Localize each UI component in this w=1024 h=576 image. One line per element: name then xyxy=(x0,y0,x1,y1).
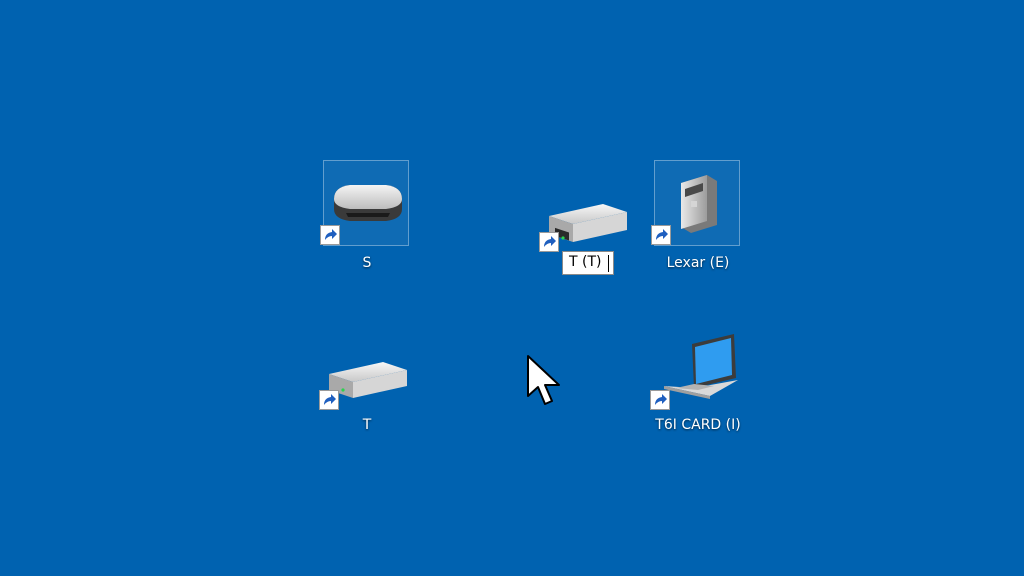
shortcut-arrow-icon xyxy=(319,390,339,410)
desktop-icon-lexar-e[interactable]: Lexar (E) xyxy=(651,160,742,272)
icon-frame xyxy=(651,160,740,246)
icon-frame xyxy=(650,322,740,410)
shortcut-arrow-icon xyxy=(320,225,340,245)
desktop-icon-s[interactable]: S xyxy=(320,160,411,272)
desktop[interactable]: S T (T) Lexar (E) T T6I CARD (I) xyxy=(0,0,1024,576)
mouse-pointer-icon xyxy=(527,355,560,405)
shortcut-arrow-icon xyxy=(650,390,670,410)
icon-frame xyxy=(319,322,409,410)
icon-frame xyxy=(320,160,409,246)
icon-label: Lexar (E) xyxy=(666,255,730,271)
shortcut-arrow-icon xyxy=(651,225,671,245)
shortcut-arrow-icon xyxy=(539,232,559,252)
desktop-icon-t6i-card[interactable]: T6I CARD (I) xyxy=(650,322,742,434)
icon-label: T xyxy=(362,417,372,433)
rename-value: T (T) xyxy=(569,254,602,270)
text-caret xyxy=(608,255,609,272)
icon-label: T6I CARD (I) xyxy=(655,417,741,433)
desktop-icon-t[interactable]: T xyxy=(319,322,411,434)
rename-textbox[interactable]: T (T) xyxy=(562,251,614,275)
icon-label: S xyxy=(362,255,372,271)
